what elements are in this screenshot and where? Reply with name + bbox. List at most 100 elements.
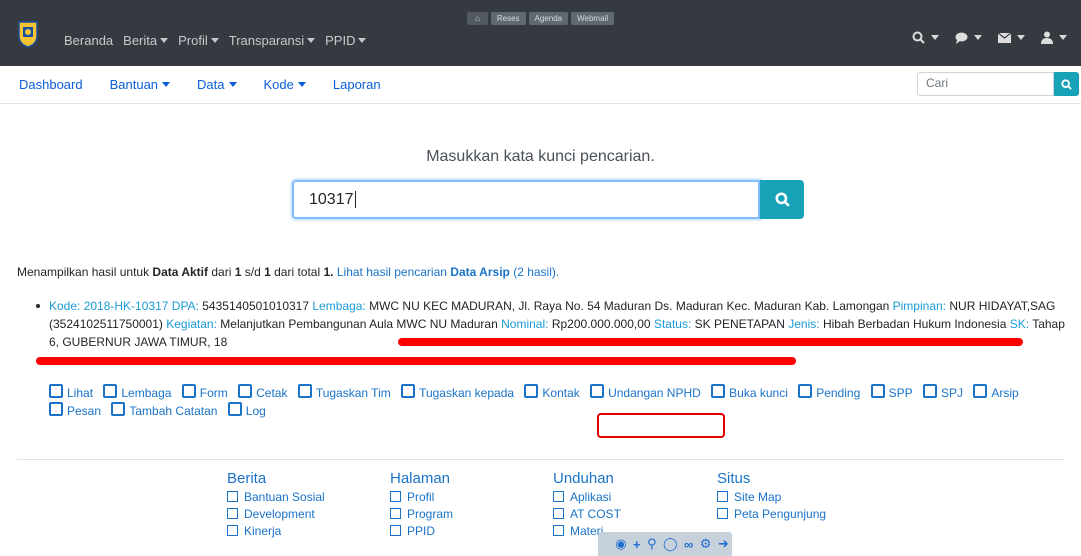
top-navbar: Beranda Berita Profil Transparansi PPID …: [0, 0, 1081, 66]
summary-prefix: Menampilkan hasil untuk: [17, 265, 150, 279]
footer-link-ppid[interactable]: PPID: [390, 523, 453, 540]
footer-column-situs: Situs Site Map Peta Pengunjung: [717, 470, 826, 523]
quicklink-agenda[interactable]: Agenda: [528, 12, 569, 25]
nav-profil[interactable]: Profil: [178, 33, 219, 48]
header-search-button[interactable]: [1054, 72, 1079, 96]
main-search-value: 10317: [309, 191, 354, 208]
nominal-value: Rp200.000.000,00: [551, 317, 651, 331]
footer-column-berita: Berita Bantuan Sosial Development Kinerj…: [227, 470, 325, 540]
nav-berita[interactable]: Berita: [123, 33, 168, 48]
sk-label: SK:: [1009, 317, 1030, 331]
quick-links: ⌂ Reses Agenda Webmail: [467, 12, 615, 25]
footer-link-peta-pengunjung[interactable]: Peta Pengunjung: [717, 506, 826, 523]
kegiatan-label: Kegiatan:: [166, 317, 217, 331]
footer-heading-halaman: Halaman: [390, 470, 451, 487]
nav-beranda[interactable]: Beranda: [64, 33, 113, 48]
user-dropdown[interactable]: [1041, 31, 1067, 44]
floating-toolbar-bar: ◉ + ⚲ ◯ ∞ ⚙ ➜: [612, 532, 732, 556]
result-actions: Lihat Lembaga Form Cetak Tugaskan Tim Tu…: [49, 384, 1069, 420]
footer-link-aplikasi[interactable]: Aplikasi: [553, 489, 621, 506]
kode-label: Kode:: [49, 299, 81, 313]
search-icon[interactable]: ⚲: [647, 536, 657, 552]
sign-out-icon[interactable]: ➜: [718, 536, 729, 552]
nav-bantuan[interactable]: Bantuan: [110, 77, 170, 92]
action-kontak[interactable]: Kontak: [524, 386, 579, 400]
nav-ppid[interactable]: PPID: [325, 33, 366, 48]
action-lembaga[interactable]: Lembaga: [103, 386, 171, 400]
top-icons: [912, 31, 1067, 44]
search-dropdown[interactable]: [912, 31, 939, 44]
header-search-input[interactable]: Cari: [917, 72, 1054, 96]
redaction-line: [398, 338, 1023, 346]
action-tugaskan-kepada[interactable]: Tugaskan kepada: [401, 386, 514, 400]
action-tambah-catatan[interactable]: Tambah Catatan: [111, 404, 217, 418]
nav-dashboard[interactable]: Dashboard: [19, 77, 83, 92]
provincial-logo-icon[interactable]: [17, 20, 39, 48]
footer-column-unduhan: Unduhan Aplikasi AT COST Materi: [553, 470, 621, 540]
action-form[interactable]: Form: [182, 386, 228, 400]
action-lihat[interactable]: Lihat: [49, 386, 93, 400]
chat-icon: [955, 32, 968, 44]
footer-heading-unduhan: Unduhan: [553, 470, 614, 487]
dpa-label: DPA:: [171, 299, 199, 313]
link-icon[interactable]: ∞: [684, 537, 693, 552]
status-value: SK PENETAPAN: [694, 317, 785, 331]
main-search-button[interactable]: [760, 180, 804, 219]
footer-link-profil[interactable]: Profil: [390, 489, 453, 506]
action-arsip[interactable]: Arsip: [973, 386, 1018, 400]
footer-link-bantuan-sosial[interactable]: Bantuan Sosial: [227, 489, 325, 506]
main-nav: Beranda Berita Profil Transparansi PPID: [64, 33, 366, 48]
dashboard-icon[interactable]: ◉: [615, 536, 626, 552]
mail-icon: [998, 32, 1011, 43]
footer-divider: [17, 459, 1064, 460]
search-icon: [912, 31, 925, 44]
home-icon[interactable]: ⌂: [467, 12, 488, 25]
summary-dari: dari: [211, 265, 232, 279]
action-spj[interactable]: SPJ: [923, 386, 963, 400]
action-cetak[interactable]: Cetak: [238, 386, 287, 400]
action-pesan[interactable]: Pesan: [49, 404, 101, 418]
summary-from: 1: [234, 265, 242, 279]
footer-link-kinerja[interactable]: Kinerja: [227, 523, 325, 540]
kegiatan-value: Melanjutkan Pembangunan Aula MWC NU Madu…: [220, 317, 498, 331]
summary-sd: s/d: [244, 265, 261, 279]
secondary-nav-links: Dashboard Bantuan Data Kode Laporan: [19, 77, 381, 92]
nominal-label: Nominal:: [501, 317, 549, 331]
list-bullet: [36, 304, 40, 308]
summary-to: 1: [264, 265, 271, 279]
nav-laporan[interactable]: Laporan: [333, 77, 381, 92]
action-spp[interactable]: SPP: [871, 386, 913, 400]
search-icon: [774, 192, 790, 207]
footer-link-development[interactable]: Development: [227, 506, 325, 523]
pimpinan-label: Pimpinan:: [892, 299, 947, 313]
action-undangan-nphd[interactable]: Undangan NPHD: [590, 386, 701, 400]
user-icon: [1041, 31, 1053, 44]
summary-total: 1.: [323, 265, 334, 279]
main-search-input[interactable]: 10317: [292, 180, 760, 219]
result-summary: Menampilkan hasil untuk Data Aktif dari …: [17, 265, 559, 279]
jenis-label: Jenis:: [788, 317, 820, 331]
status-label: Status:: [653, 317, 692, 331]
lembaga-label: Lembaga:: [312, 299, 366, 313]
action-log[interactable]: Log: [228, 404, 266, 418]
globe-icon[interactable]: ◯: [663, 536, 678, 552]
action-buka-kunci[interactable]: Buka kunci: [711, 386, 788, 400]
chat-dropdown[interactable]: [955, 31, 982, 44]
action-tugaskan-tim[interactable]: Tugaskan Tim: [298, 386, 391, 400]
plus-icon[interactable]: +: [633, 537, 641, 552]
mail-dropdown[interactable]: [998, 31, 1025, 44]
footer-heading-berita: Berita: [227, 470, 267, 487]
nav-kode[interactable]: Kode: [264, 77, 306, 92]
footer-link-at-cost[interactable]: AT COST: [553, 506, 621, 523]
kode-value[interactable]: 2018-HK-10317: [84, 299, 169, 313]
quicklink-reses[interactable]: Reses: [490, 12, 526, 25]
footer-link-program[interactable]: Program: [390, 506, 453, 523]
nav-data[interactable]: Data: [197, 77, 236, 92]
footer-link-site-map[interactable]: Site Map: [717, 489, 826, 506]
quicklink-webmail[interactable]: Webmail: [571, 12, 615, 25]
archive-results-link[interactable]: Lihat hasil pencarian Data Arsip (2 hasi…: [337, 265, 559, 279]
search-icon: [1061, 78, 1072, 90]
gear-icon[interactable]: ⚙: [700, 536, 712, 552]
action-pending[interactable]: Pending: [798, 386, 860, 400]
nav-transparansi[interactable]: Transparansi: [229, 33, 315, 48]
